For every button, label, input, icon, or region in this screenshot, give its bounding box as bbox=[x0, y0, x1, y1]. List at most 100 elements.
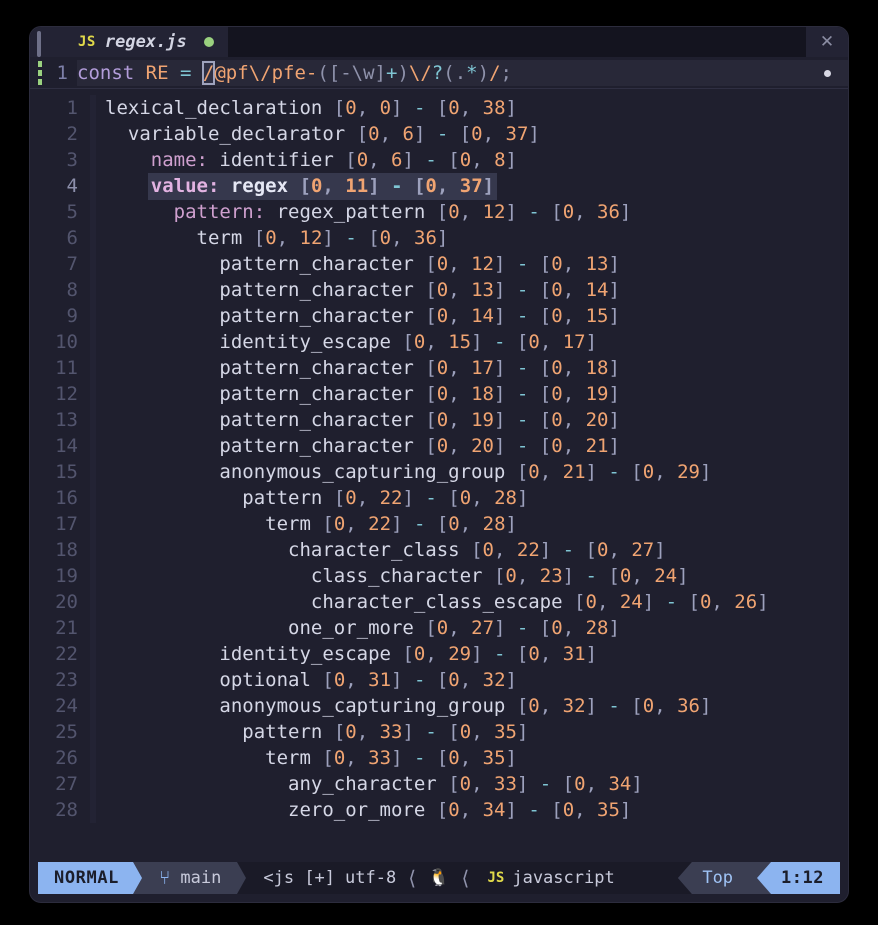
tree-row[interactable]: 6 term [0, 12] - [0, 36] bbox=[30, 225, 848, 251]
tree-row[interactable]: 28 zero_or_more [0, 34] - [0, 35] bbox=[30, 797, 848, 823]
range-dash: - bbox=[413, 486, 449, 509]
tree-range-end: [0, 35] bbox=[551, 798, 632, 821]
tree-row[interactable]: 20 character_class_escape [0, 24] - [0, … bbox=[30, 589, 848, 615]
tree-row-text: character_class [0, 22] - [0, 27] bbox=[96, 537, 848, 564]
tree-node-type: identifier bbox=[219, 148, 334, 171]
tree-range-end: [0, 8] bbox=[448, 148, 517, 171]
statusline: NORMAL ⑂ main <js [+] utf-8 ⟨ 🐧 ⟨ JS jav… bbox=[38, 862, 840, 894]
code-token: / bbox=[489, 61, 501, 84]
tree-range-end: [0, 26] bbox=[688, 590, 769, 613]
tree-range-start: [0, 33] bbox=[448, 772, 529, 795]
tree-row-text: variable_declarator [0, 6] - [0, 37] bbox=[96, 121, 848, 148]
tree-row[interactable]: 13 pattern_character [0, 19] - [0, 20] bbox=[30, 407, 848, 433]
tabline-filler bbox=[227, 27, 806, 57]
status-branch[interactable]: ⑂ main bbox=[151, 862, 238, 894]
diagnostic-dot-icon bbox=[824, 70, 831, 77]
tree-row[interactable]: 15 anonymous_capturing_group [0, 21] - [… bbox=[30, 459, 848, 485]
tree-row[interactable]: 22 identity_escape [0, 29] - [0, 31] bbox=[30, 641, 848, 667]
source-code-line[interactable]: const RE = / @pf \/pfe-([-\w] +) \/?(. *) /; bbox=[77, 59, 848, 86]
tree-range-end: [0, 24] bbox=[608, 564, 689, 587]
tree-range-start: [0, 6] bbox=[345, 148, 414, 171]
tree-row[interactable]: 1 lexical_declaration [0, 0] - [0, 38] bbox=[30, 95, 848, 121]
code-token: \/ bbox=[408, 61, 432, 84]
range-dash: - bbox=[482, 330, 517, 353]
tree-row-text: pattern [0, 22] - [0, 28] bbox=[96, 485, 848, 512]
tree-field-name: value: bbox=[150, 174, 231, 197]
tree-row[interactable]: 24 anonymous_capturing_group [0, 32] - [… bbox=[30, 693, 848, 719]
tree-range-end: [0, 19] bbox=[539, 382, 620, 405]
code-token: ) bbox=[477, 61, 490, 84]
tree-row[interactable]: 5 pattern: regex_pattern [0, 12] - [0, 3… bbox=[30, 199, 848, 225]
tree-row[interactable]: 8 pattern_character [0, 13] - [0, 14] bbox=[30, 277, 848, 303]
range-dash: - bbox=[596, 460, 632, 483]
tree-range-start: [0, 12] bbox=[436, 200, 517, 223]
code-token: ( bbox=[317, 61, 329, 84]
tree-line-number: 17 bbox=[55, 513, 78, 535]
tree-row[interactable]: 16 pattern [0, 22] - [0, 28] bbox=[30, 485, 848, 511]
tree-range-start: [0, 22] bbox=[471, 538, 552, 561]
tree-row[interactable]: 7 pattern_character [0, 12] - [0, 13] bbox=[30, 251, 848, 277]
tree-range-start: [0, 18] bbox=[425, 382, 506, 405]
code-token: ? bbox=[431, 61, 444, 84]
tree-line-number: 18 bbox=[55, 539, 78, 561]
buffer-tab-regex-js[interactable]: JS regex.js bbox=[30, 27, 228, 57]
tree-range-end: [0, 27] bbox=[585, 538, 666, 561]
code-token: ) bbox=[397, 61, 409, 84]
tree-line-number: 1 bbox=[66, 97, 78, 119]
tree-node-type: identity_escape bbox=[219, 642, 391, 665]
tree-line-number: 4 bbox=[66, 175, 78, 197]
tree-row[interactable]: 12 pattern_character [0, 18] - [0, 19] bbox=[30, 381, 848, 407]
range-dash: - bbox=[425, 122, 460, 145]
tree-range-end: [0, 29] bbox=[631, 460, 712, 483]
tree-range-end: [0, 36] bbox=[631, 694, 712, 717]
tree-range-start: [0, 17] bbox=[425, 356, 506, 379]
chevron-left-icon: ⟨ bbox=[459, 866, 472, 890]
status-cursor-position: 1:12 bbox=[771, 862, 840, 894]
tree-row[interactable]: 14 pattern_character [0, 20] - [0, 21] bbox=[30, 433, 848, 459]
tree-row-text: anonymous_capturing_group [0, 32] - [0, … bbox=[96, 693, 848, 720]
tree-row[interactable]: 18 character_class [0, 22] - [0, 27] bbox=[30, 537, 848, 563]
tree-line-number: 25 bbox=[55, 721, 78, 743]
tree-row[interactable]: 10 identity_escape [0, 15] - [0, 17] bbox=[30, 329, 848, 355]
tree-row[interactable]: 27 any_character [0, 33] - [0, 34] bbox=[30, 771, 848, 797]
tree-row-text: pattern_character [0, 12] - [0, 13] bbox=[96, 251, 848, 278]
tree-row[interactable]: 26 term [0, 33] - [0, 35] bbox=[30, 745, 848, 771]
linux-penguin-icon: 🐧 bbox=[428, 868, 450, 888]
close-icon[interactable]: ✕ bbox=[806, 27, 848, 57]
tree-range-end: [0, 28] bbox=[436, 512, 517, 535]
tree-row[interactable]: 17 term [0, 22] - [0, 28] bbox=[30, 511, 848, 537]
tree-row-text: pattern_character [0, 14] - [0, 15] bbox=[96, 303, 848, 330]
syntax-tree-pane[interactable]: 1 lexical_declaration [0, 0] - [0, 38] 2 v… bbox=[30, 89, 848, 862]
tree-row[interactable]: 25 pattern [0, 33] - [0, 35] bbox=[30, 719, 848, 745]
code-token: * bbox=[466, 61, 478, 84]
tree-row[interactable]: 11 pattern_character [0, 17] - [0, 18] bbox=[30, 355, 848, 381]
tree-row[interactable]: 2 variable_declarator [0, 6] - [0, 37] bbox=[30, 121, 848, 147]
range-dash: - bbox=[654, 590, 689, 613]
code-token: RE bbox=[145, 61, 169, 84]
tree-range-start: [0, 13] bbox=[425, 278, 506, 301]
tree-row[interactable]: 4 value: regex [0, 11] - [0, 37] bbox=[30, 172, 848, 200]
tree-node-type: any_character bbox=[288, 772, 437, 795]
tree-node-type: pattern bbox=[242, 720, 323, 743]
git-sign-dash bbox=[38, 79, 42, 85]
status-mode: NORMAL bbox=[38, 862, 134, 894]
tree-row[interactable]: 21 one_or_more [0, 27] - [0, 28] bbox=[30, 615, 848, 641]
tree-range-end: [0, 20] bbox=[539, 408, 620, 431]
tree-node-type: identity_escape bbox=[219, 330, 391, 353]
tree-row[interactable]: 19 class_character [0, 23] - [0, 24] bbox=[30, 563, 848, 589]
tree-row[interactable]: 23 optional [0, 31] - [0, 32] bbox=[30, 667, 848, 693]
tree-range-start: [0, 31] bbox=[322, 668, 403, 691]
tree-line-number: 19 bbox=[55, 565, 78, 587]
tree-row[interactable]: 9 pattern_character [0, 14] - [0, 15] bbox=[30, 303, 848, 329]
tree-node-type: character_class_escape bbox=[310, 590, 563, 613]
tree-range-end: [0, 14] bbox=[539, 278, 620, 301]
statusline-spacer bbox=[620, 862, 675, 894]
tree-line-number: 8 bbox=[66, 279, 78, 301]
language-name: javascript bbox=[512, 868, 615, 888]
range-dash: - bbox=[528, 772, 563, 795]
file-encoding: utf-8 bbox=[345, 868, 397, 888]
tree-line-number: 24 bbox=[55, 695, 78, 717]
mode-separator-icon bbox=[133, 862, 152, 894]
tree-row[interactable]: 3 name: identifier [0, 6] - [0, 8] bbox=[30, 147, 848, 173]
